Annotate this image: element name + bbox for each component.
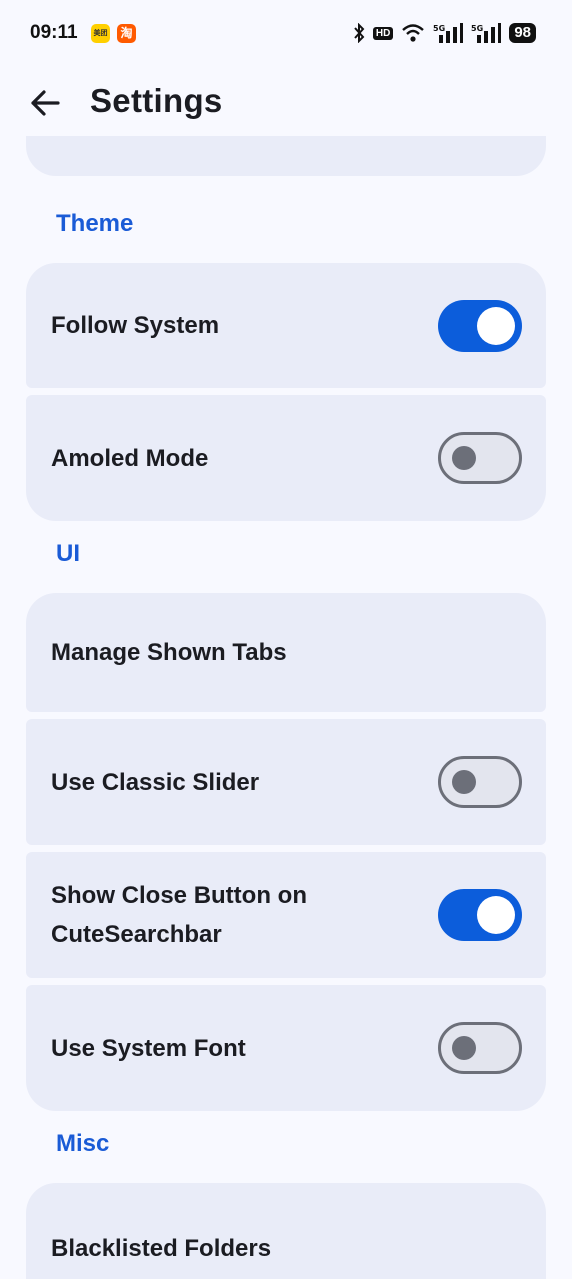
classic-slider-toggle[interactable]: [438, 756, 522, 808]
meituan-icon: 美团: [91, 24, 110, 43]
setting-label: Show Close Button on CuteSearchbar: [51, 882, 307, 948]
section-header-ui: UI: [56, 540, 80, 567]
status-time: 09:11: [30, 22, 78, 43]
setting-label: Manage Shown Tabs: [51, 639, 287, 666]
system-font-toggle[interactable]: [438, 1022, 522, 1074]
section-header-theme: Theme: [56, 210, 134, 237]
signal-5g-icon: 5G: [433, 23, 464, 43]
setting-label: Use System Font: [51, 1034, 246, 1062]
bluetooth-icon: [354, 23, 365, 43]
setting-blacklisted-folders[interactable]: Blacklisted Folders: [26, 1183, 546, 1279]
setting-label: Blacklisted Folders: [51, 1234, 272, 1262]
settings-list[interactable]: Theme Follow System Amoled Mode UI Manag…: [0, 136, 572, 1279]
setting-label: Amoled Mode: [51, 444, 209, 472]
arrow-left-icon[interactable]: [28, 86, 62, 120]
page-title: Settings: [90, 82, 223, 119]
app-bar: Settings: [0, 68, 572, 136]
amoled-mode-toggle[interactable]: [438, 432, 522, 484]
setting-use-system-font[interactable]: Use System Font: [26, 985, 546, 1111]
setting-show-close-button[interactable]: Show Close Button on CuteSearchbar: [26, 852, 546, 978]
hd-voice-icon: HD: [372, 26, 394, 40]
setting-follow-system[interactable]: Follow System: [26, 263, 546, 388]
battery-icon: 98: [509, 23, 536, 43]
setting-label: Follow System: [51, 312, 220, 339]
section-header-misc: Misc: [56, 1130, 110, 1157]
follow-system-toggle[interactable]: [438, 299, 522, 352]
setting-amoled-mode[interactable]: Amoled Mode: [26, 395, 546, 521]
previous-setting-card: [26, 136, 546, 176]
svg-text:5G: 5G: [471, 24, 483, 33]
setting-manage-shown-tabs[interactable]: Manage Shown Tabs: [26, 593, 546, 712]
taobao-icon: 淘: [117, 24, 136, 43]
signal-5g-icon-2: 5G: [471, 23, 502, 43]
wifi-icon: [402, 24, 425, 42]
close-button-toggle[interactable]: [438, 889, 522, 941]
system-status-icons: HD 5G 5G 98: [353, 21, 536, 45]
status-bar: 09:11 美团 淘 HD 5G 5G 98: [0, 0, 572, 68]
setting-use-classic-slider[interactable]: Use Classic Slider: [26, 719, 546, 845]
setting-label: Use Classic Slider: [51, 768, 260, 796]
svg-text:5G: 5G: [433, 24, 445, 33]
